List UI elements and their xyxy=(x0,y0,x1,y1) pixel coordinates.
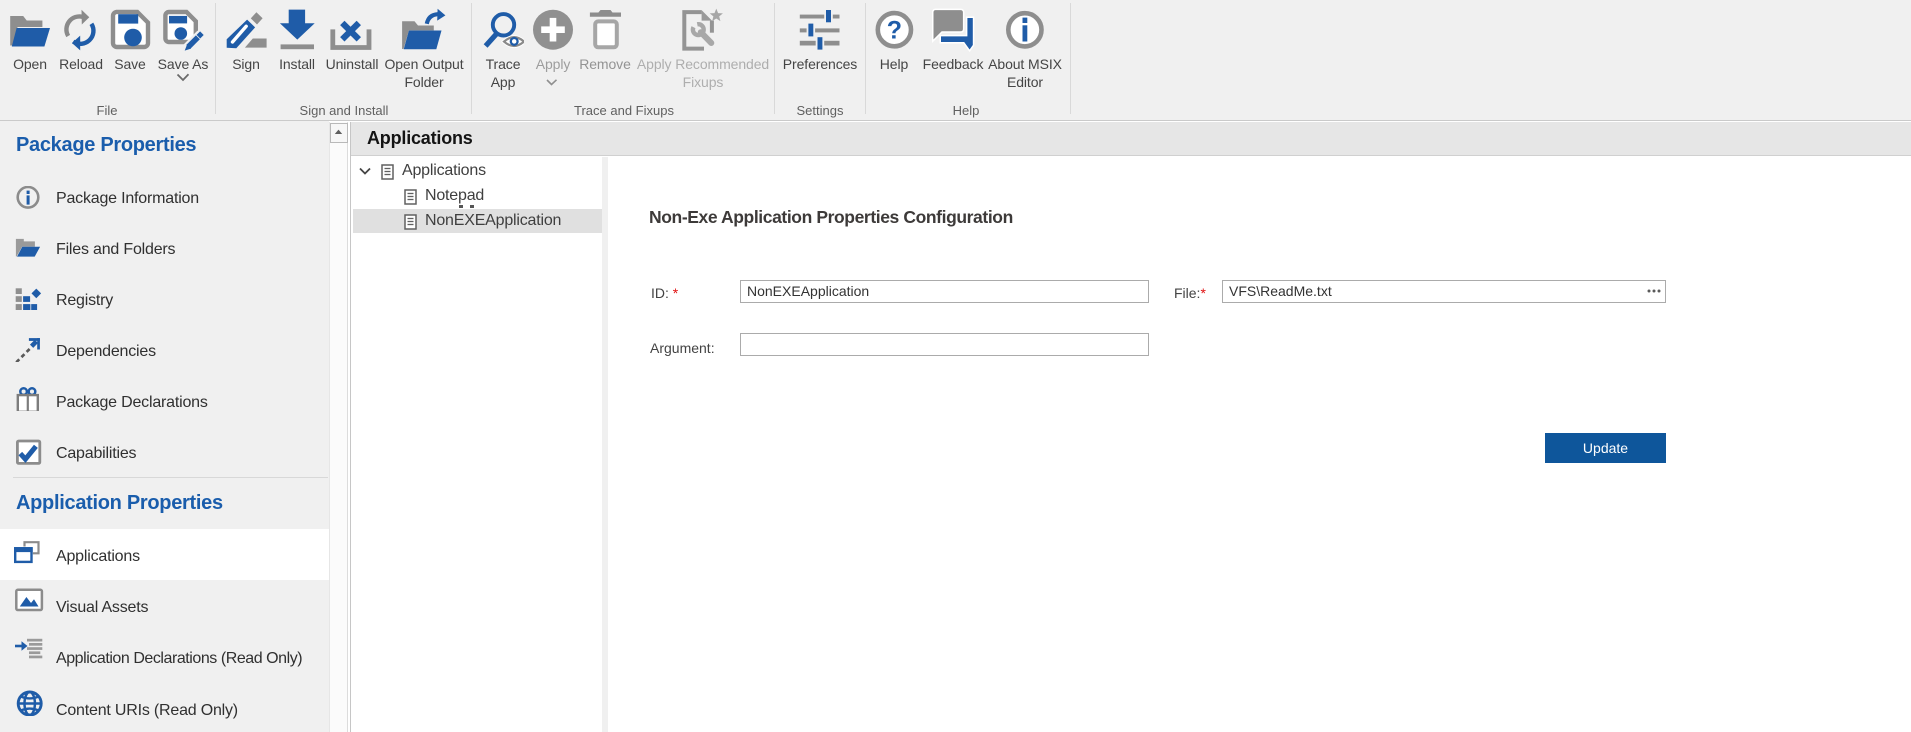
svg-text:?: ? xyxy=(887,17,902,45)
